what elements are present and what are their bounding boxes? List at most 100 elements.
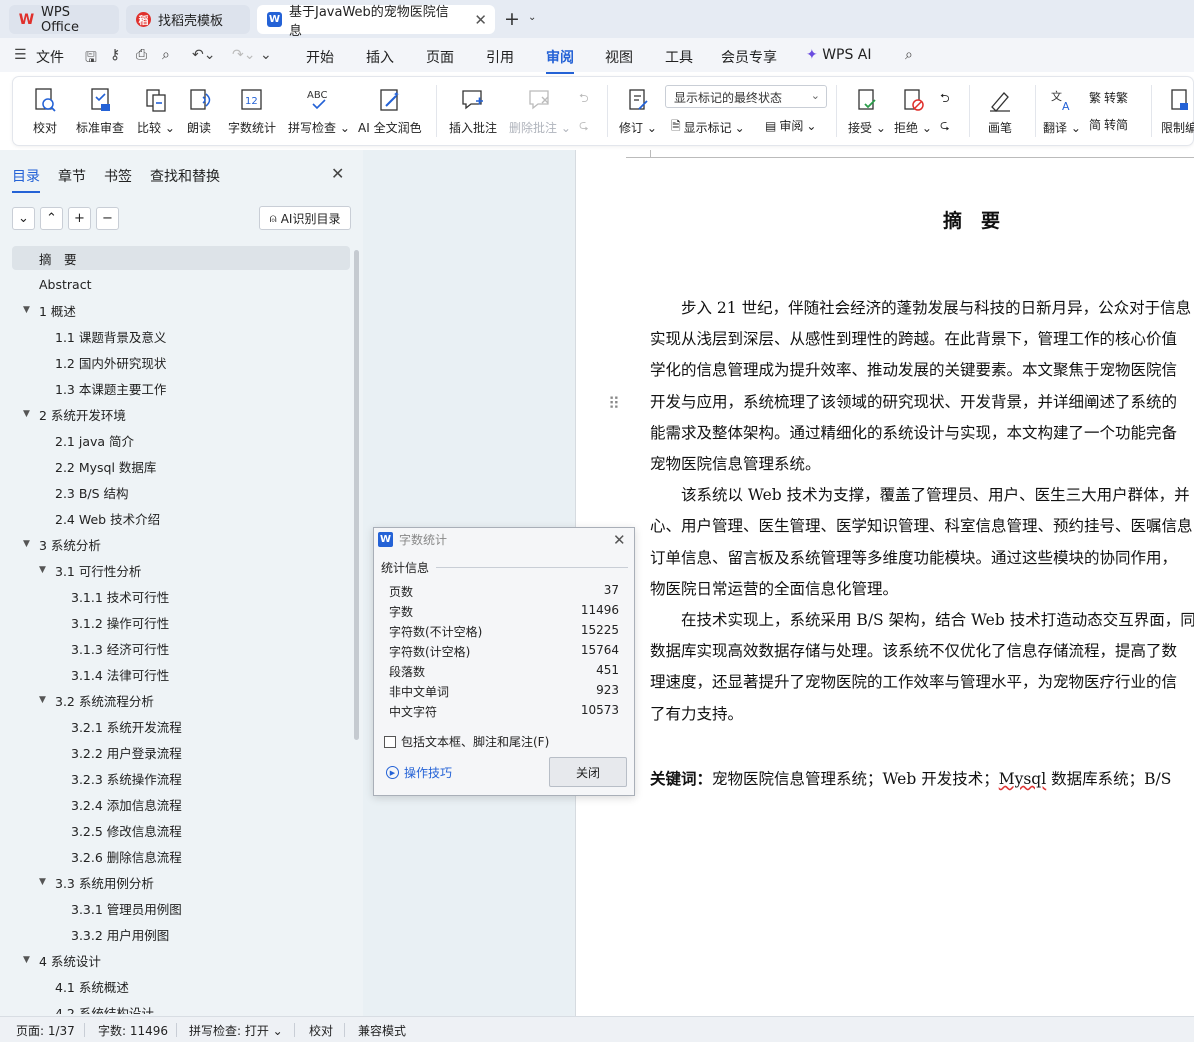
reject-button[interactable]: 拒绝 ⌄ — [894, 85, 932, 136]
ai-polish-button[interactable]: ✦ AI 全文润色 — [358, 85, 422, 136]
prev-comment-icon[interactable]: ⮌ — [579, 89, 589, 110]
tab-toc[interactable]: 目录 — [12, 166, 40, 193]
toc-item[interactable]: ▼ 4 系统设计 — [12, 948, 350, 972]
menu-tools[interactable]: 工具 — [665, 47, 693, 67]
spell-check-button[interactable]: ABC 拼写检查 ⌄ — [288, 85, 350, 136]
tab-chapters[interactable]: 章节 — [58, 166, 86, 186]
tips-link[interactable]: ▶ 操作技巧 — [386, 764, 452, 781]
expand-arrow-icon[interactable]: ▼ — [39, 877, 46, 887]
expand-arrow-icon[interactable]: ▼ — [39, 695, 46, 705]
delete-comment-button[interactable]: 删除批注 ⌄ — [509, 85, 571, 136]
chevron-down-icon[interactable]: ⌄ — [528, 12, 536, 23]
toc-item[interactable]: 2.3 B/S 结构 — [12, 480, 350, 504]
hamburger-icon[interactable]: ☰ — [14, 47, 27, 63]
menu-start[interactable]: 开始 — [306, 47, 334, 67]
toc-item[interactable]: ▼ 1 概述 — [12, 298, 350, 322]
toc-item[interactable]: 3.1.1 技术可行性 — [12, 584, 350, 608]
accept-button[interactable]: 接受 ⌄ — [848, 85, 886, 136]
collapse-up-button[interactable]: ⌃ — [40, 207, 63, 230]
toc-item[interactable]: Abstract — [12, 272, 350, 296]
search-icon[interactable]: ⌕ — [905, 47, 913, 63]
toc-item[interactable]: 2.4 Web 技术介绍 — [12, 506, 350, 530]
checkbox-box[interactable] — [384, 735, 396, 748]
insert-comment-button[interactable]: 插入批注 — [449, 85, 497, 136]
menu-vip[interactable]: 会员专享 — [721, 47, 777, 67]
close-dialog-button[interactable]: 关闭 — [549, 757, 627, 787]
word-count-button[interactable]: 12 字数统计 — [228, 85, 276, 136]
key-icon[interactable]: ⚷ — [110, 47, 120, 63]
expand-arrow-icon[interactable]: ▼ — [23, 955, 30, 965]
tab-wps-office[interactable]: W WPS Office — [9, 5, 119, 35]
toc-item[interactable]: 3.2.4 添加信息流程 — [12, 792, 350, 816]
print-icon[interactable]: ⎙ — [136, 47, 147, 63]
more-chevron-icon[interactable]: ⌄ — [260, 47, 272, 63]
to-traditional-button[interactable]: 繁转繁 — [1089, 89, 1128, 106]
toc-item[interactable]: ▼ 3.2 系统流程分析 — [12, 688, 350, 712]
menu-review[interactable]: 审阅 — [546, 47, 574, 74]
toc-item[interactable]: 4.1 系统概述 — [12, 974, 350, 998]
toc-item[interactable]: ▼ 3.1 可行性分析 — [12, 558, 350, 582]
translate-button[interactable]: 文A 翻译 ⌄ — [1043, 85, 1081, 136]
show-markup-button[interactable]: 🗎 显示标记 ⌄ — [671, 117, 745, 138]
to-simplified-button[interactable]: 简转简 — [1089, 116, 1128, 133]
ink-button[interactable]: 画笔 — [987, 85, 1013, 136]
toc-item[interactable]: 4.2 系统结构设计 — [12, 1000, 350, 1015]
menu-view[interactable]: 视图 — [605, 47, 633, 67]
menu-wps-ai[interactable]: ✦ WPS AI — [806, 47, 872, 63]
toc-item[interactable]: 3.1.3 经济可行性 — [12, 636, 350, 660]
toc-item[interactable]: ▼ 2 系统开发环境 — [12, 402, 350, 426]
toc-item[interactable]: ▼ 3 系统分析 — [12, 532, 350, 556]
print-preview-icon[interactable]: ⌕ — [162, 47, 170, 63]
tab-document[interactable]: W 基于JavaWeb的宠物医院信息 ✕ — [257, 5, 495, 39]
add-heading-button[interactable]: + — [68, 207, 91, 230]
proofread-button[interactable]: 校对 — [33, 85, 57, 136]
ai-toc-button[interactable]: ⍝ AI识别目录 — [259, 206, 351, 230]
word-count-indicator[interactable]: 字数: 11496 — [98, 1022, 168, 1039]
toc-item[interactable]: 3.1.4 法律可行性 — [12, 662, 350, 686]
drag-handle-icon[interactable]: ⠿ — [608, 394, 620, 413]
menu-references[interactable]: 引用 — [486, 47, 514, 67]
markup-mode-select[interactable]: 显示标记的最终状态 ⌄ — [665, 85, 827, 108]
close-icon[interactable]: ✕ — [613, 531, 626, 549]
undo-icon[interactable]: ↶⌄ — [192, 47, 215, 63]
expand-arrow-icon[interactable]: ▼ — [39, 565, 46, 575]
close-tab-icon[interactable]: ✕ — [474, 11, 487, 29]
toc-item[interactable]: 3.1.2 操作可行性 — [12, 610, 350, 634]
toc-scrollbar[interactable] — [354, 250, 359, 740]
expand-arrow-icon[interactable]: ▼ — [23, 539, 30, 549]
review-pane-button[interactable]: ▤ 审阅 ⌄ — [765, 117, 816, 134]
expand-down-button[interactable]: ⌄ — [12, 207, 35, 230]
new-tab-icon[interactable]: + — [504, 8, 520, 30]
tab-docer[interactable]: 稻 找稻壳模板 — [126, 5, 250, 34]
toc-item[interactable]: 2.2 Mysql 数据库 — [12, 454, 350, 478]
read-aloud-button[interactable]: 朗读 — [187, 85, 211, 136]
next-comment-icon[interactable]: ⮎ — [579, 116, 589, 137]
toc-item[interactable]: 3.3.2 用户用例图 — [12, 922, 350, 946]
close-panel-icon[interactable]: ✕ — [331, 164, 344, 183]
track-changes-button[interactable]: 修订 ⌄ — [619, 85, 657, 136]
proofread-indicator[interactable]: 校对 — [309, 1022, 333, 1039]
toc-item[interactable]: 1.2 国内外研究现状 — [12, 350, 350, 374]
spell-check-indicator[interactable]: 拼写检查: 打开 ⌄ — [189, 1022, 283, 1039]
menu-page[interactable]: 页面 — [426, 47, 454, 67]
redo-icon[interactable]: ↷⌄ — [232, 47, 255, 63]
toc-item[interactable]: 2.1 java 简介 — [12, 428, 350, 452]
tab-bookmarks[interactable]: 书签 — [104, 166, 132, 186]
next-change-icon[interactable]: ⮎ — [940, 116, 950, 137]
toc-item[interactable]: 3.2.3 系统操作流程 — [12, 766, 350, 790]
menu-file[interactable]: 文件 — [36, 47, 64, 67]
expand-arrow-icon[interactable]: ▼ — [23, 409, 30, 419]
toc-item[interactable]: 3.2.2 用户登录流程 — [12, 740, 350, 764]
document-page[interactable]: 摘 要 步入 21 世纪，伴随社会经济的蓬勃发展与科技的日新月异，公众对于信息实… — [575, 150, 1194, 1016]
toc-item[interactable]: ▼ 3.3 系统用例分析 — [12, 870, 350, 894]
toc-item[interactable]: 1.1 课题背景及意义 — [12, 324, 350, 348]
save-icon[interactable]: 🖫 — [85, 47, 97, 71]
toc-item[interactable]: 3.2.1 系统开发流程 — [12, 714, 350, 738]
toc-item[interactable]: 3.3.1 管理员用例图 — [12, 896, 350, 920]
expand-arrow-icon[interactable]: ▼ — [23, 305, 30, 315]
toc-item[interactable]: 3.2.6 删除信息流程 — [12, 844, 350, 868]
toc-item[interactable]: 摘 要 — [12, 246, 350, 270]
toc-item[interactable]: 1.3 本课题主要工作 — [12, 376, 350, 400]
compare-button[interactable]: 比较 ⌄ — [137, 85, 175, 136]
restrict-edit-button[interactable]: 限制编 — [1161, 85, 1194, 136]
